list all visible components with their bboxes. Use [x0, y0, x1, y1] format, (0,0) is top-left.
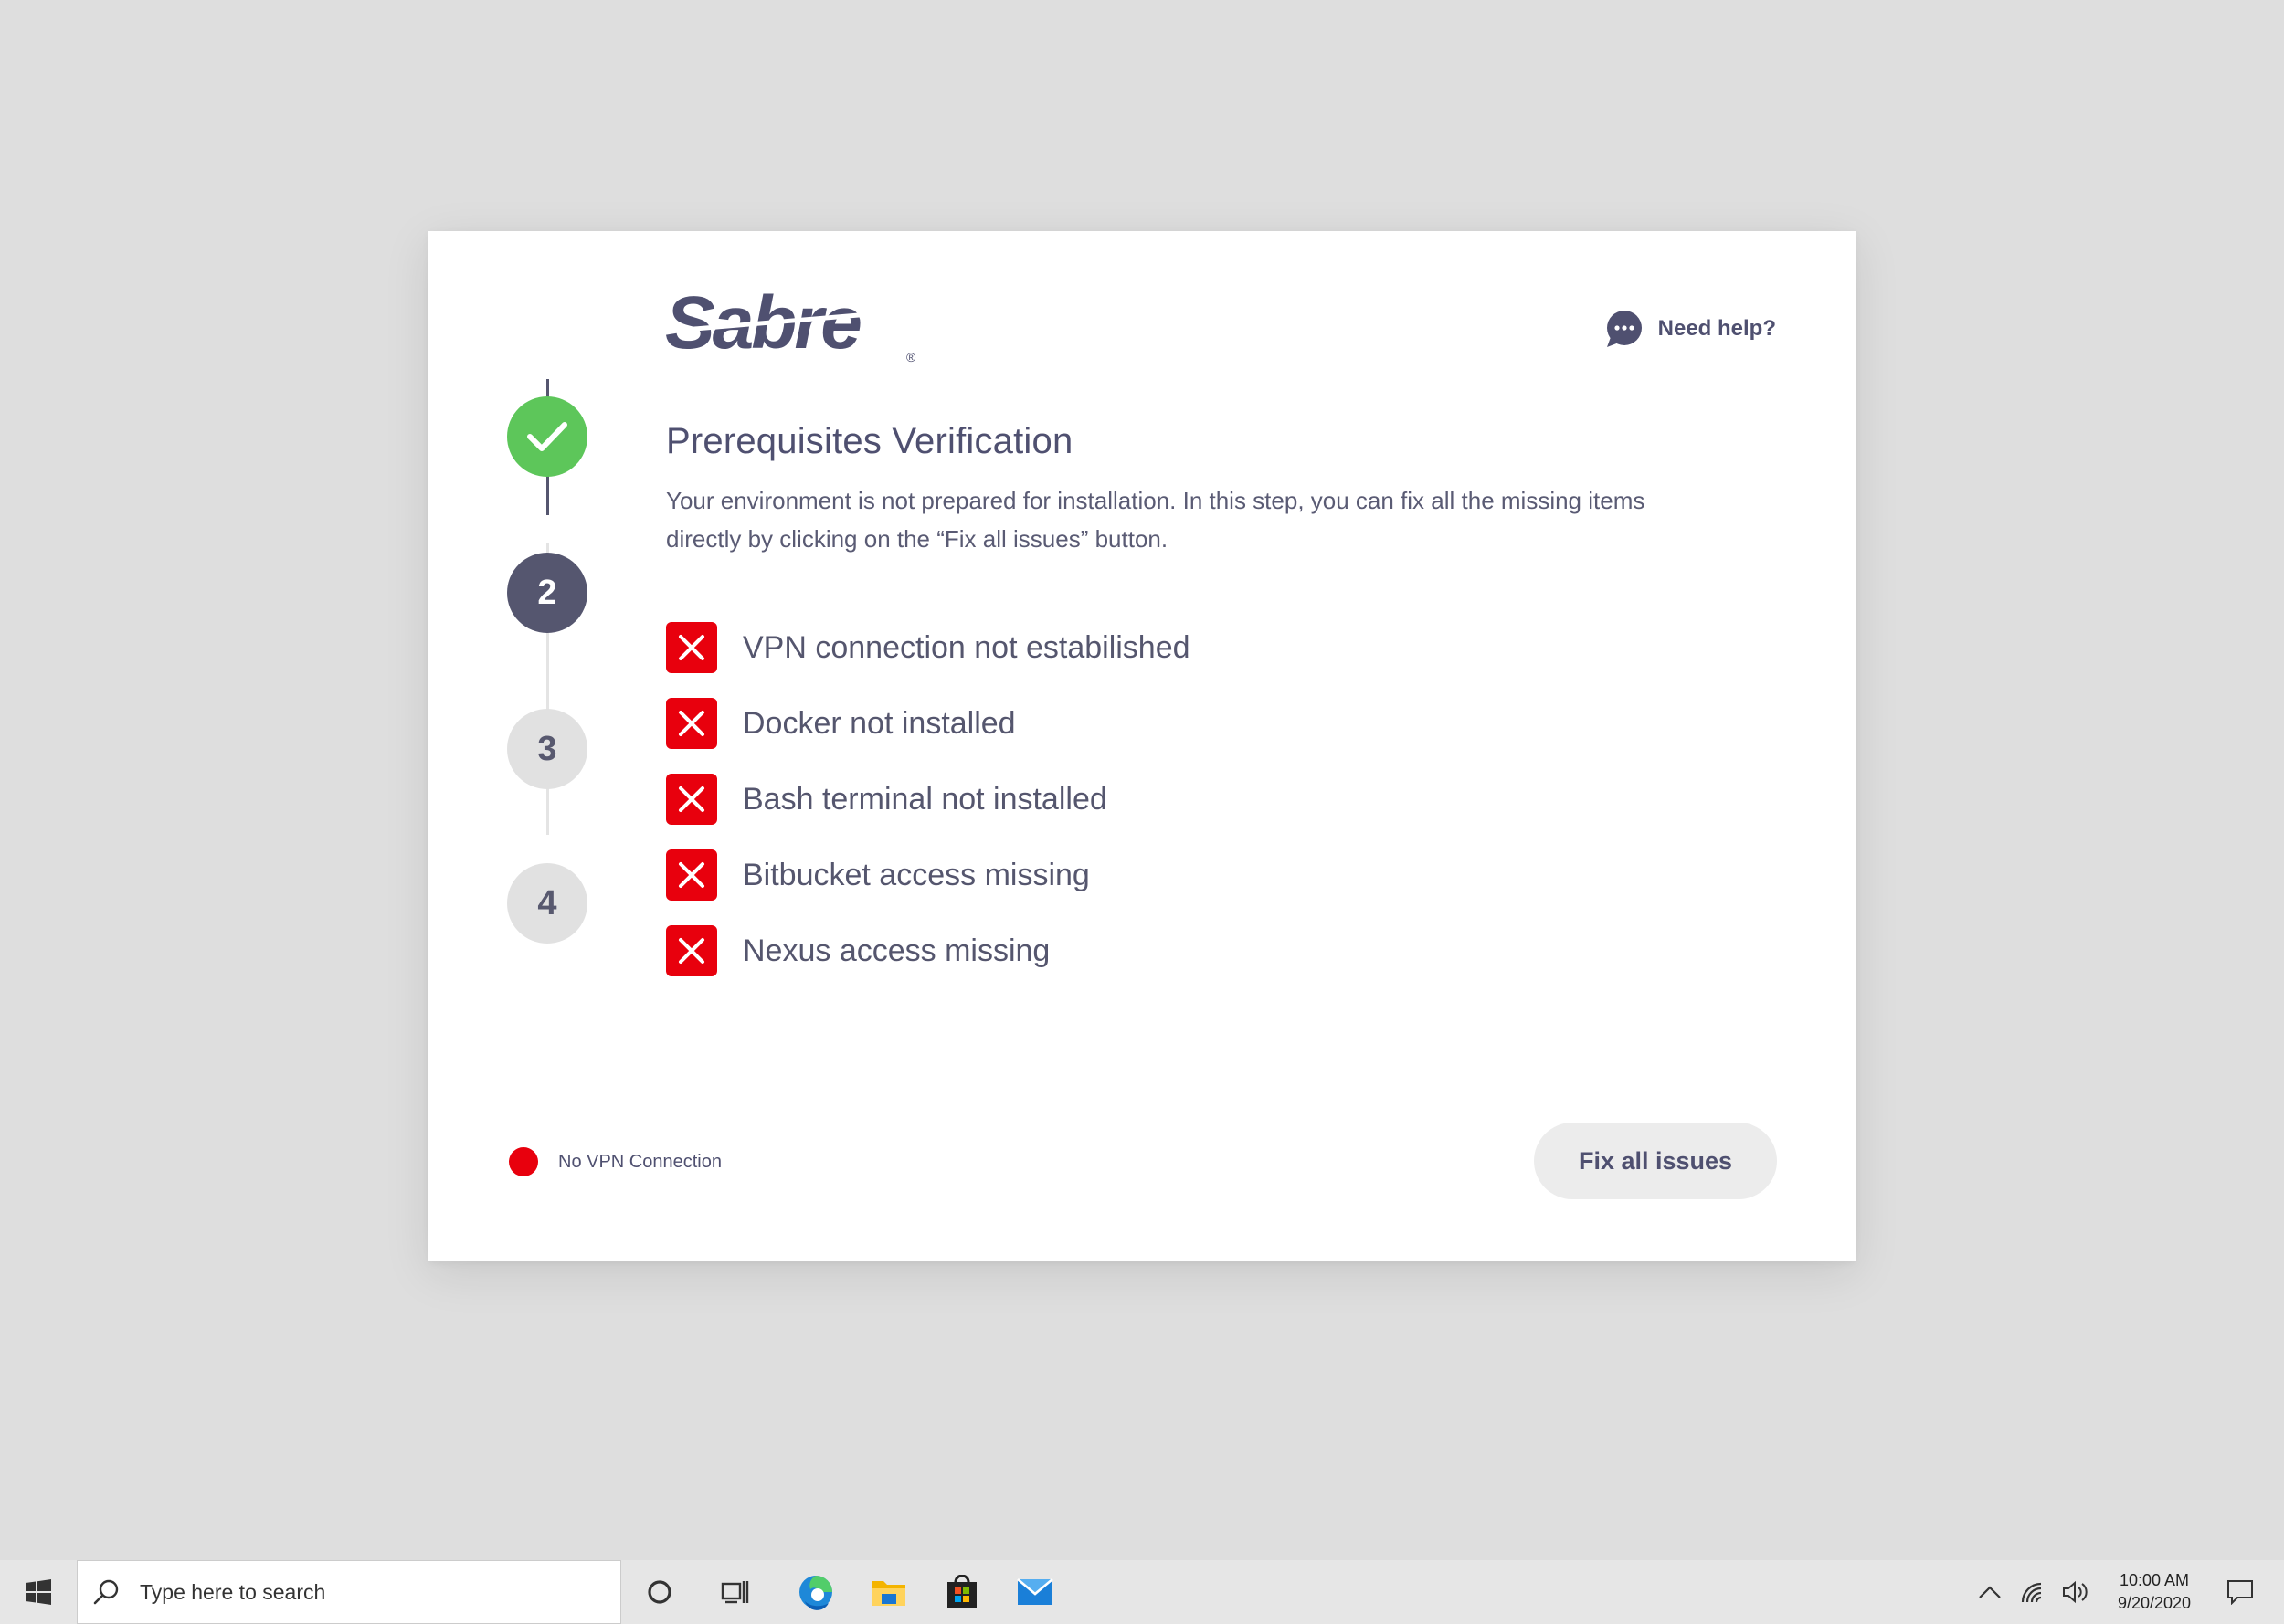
edge-icon[interactable] — [790, 1560, 841, 1624]
need-help-link[interactable]: Need help? — [1605, 310, 1776, 348]
x-mark-icon — [666, 925, 717, 976]
start-button[interactable] — [0, 1560, 77, 1624]
issue-label: Bitbucket access missing — [743, 857, 1090, 892]
taskbar-search-box[interactable]: Type here to search — [77, 1560, 621, 1624]
issue-bash: Bash terminal not installed — [666, 774, 1190, 825]
task-view-icon[interactable] — [710, 1560, 761, 1624]
issue-label: VPN connection not estabilished — [743, 629, 1190, 665]
step-1-completed — [507, 396, 587, 477]
page-description: Your environment is not prepared for ins… — [666, 487, 1645, 553]
clock-time: 10:00 AM — [2119, 1571, 2190, 1589]
step-4-pending: 4 — [507, 863, 587, 944]
issue-vpn: VPN connection not estabilished — [666, 622, 1190, 673]
step-2-active: 2 — [507, 553, 587, 633]
registered-mark: ® — [906, 350, 916, 364]
sabre-logo: Sabre ® — [665, 286, 921, 368]
volume-icon[interactable] — [2050, 1560, 2101, 1624]
x-mark-icon — [666, 698, 717, 749]
search-placeholder: Type here to search — [140, 1579, 326, 1604]
mail-icon[interactable] — [1010, 1560, 1061, 1624]
vpn-status: No VPN Connection — [509, 1147, 722, 1176]
issue-bitbucket: Bitbucket access missing — [666, 849, 1190, 901]
issues-list: VPN connection not estabilished Docker n… — [666, 622, 1190, 1001]
vpn-status-label: No VPN Connection — [558, 1151, 722, 1172]
issue-label: Nexus access missing — [743, 933, 1051, 968]
search-icon — [93, 1579, 119, 1605]
step-3-pending: 3 — [507, 709, 587, 789]
issue-label: Docker not installed — [743, 705, 1016, 741]
issue-docker: Docker not installed — [666, 698, 1190, 749]
fix-all-issues-button[interactable]: Fix all issues — [1534, 1123, 1777, 1199]
issue-label: Bash terminal not installed — [743, 781, 1107, 817]
windows-taskbar: Type here to search 10:00 AM 9/20/2020 — [0, 1560, 2284, 1624]
installer-dialog: Sabre ® Need help? 2 3 4 Prerequisites V… — [428, 231, 1856, 1261]
issue-nexus: Nexus access missing — [666, 925, 1190, 976]
x-mark-icon — [666, 622, 717, 673]
x-mark-icon — [666, 849, 717, 901]
checkmark-icon — [527, 422, 567, 451]
need-help-label: Need help? — [1657, 316, 1776, 341]
cortana-icon[interactable] — [634, 1560, 685, 1624]
windows-logo-icon — [26, 1579, 51, 1605]
taskbar-clock[interactable]: 10:00 AM 9/20/2020 — [2098, 1569, 2211, 1615]
store-icon[interactable] — [936, 1560, 988, 1624]
chat-bubble-icon — [1606, 311, 1642, 347]
status-dot-icon — [509, 1147, 538, 1176]
page-title: Prerequisites Verification — [666, 421, 1073, 461]
x-mark-icon — [666, 774, 717, 825]
notification-icon[interactable] — [2215, 1560, 2266, 1624]
clock-date: 9/20/2020 — [2117, 1594, 2192, 1612]
file-explorer-icon[interactable] — [863, 1560, 915, 1624]
